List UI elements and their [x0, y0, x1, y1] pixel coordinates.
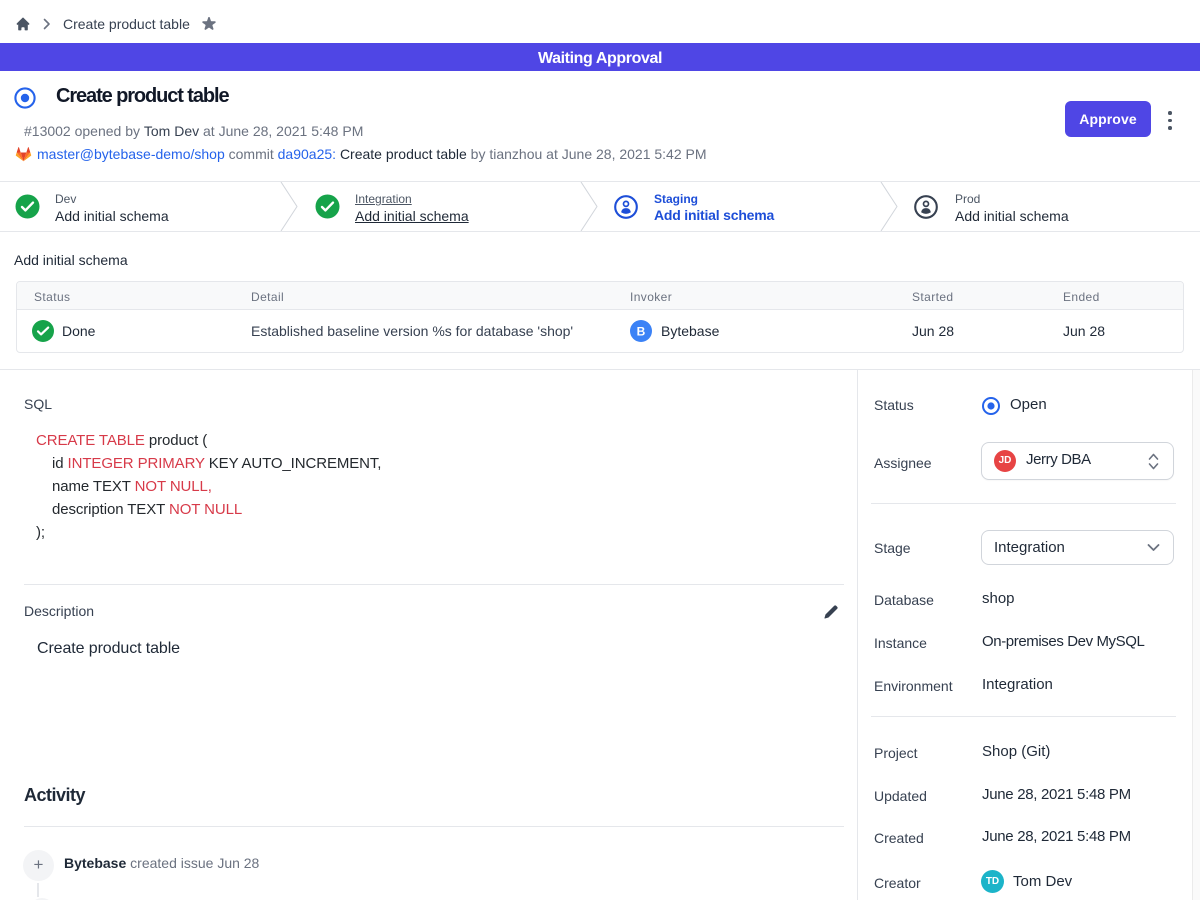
svg-text:B: B	[637, 325, 646, 339]
